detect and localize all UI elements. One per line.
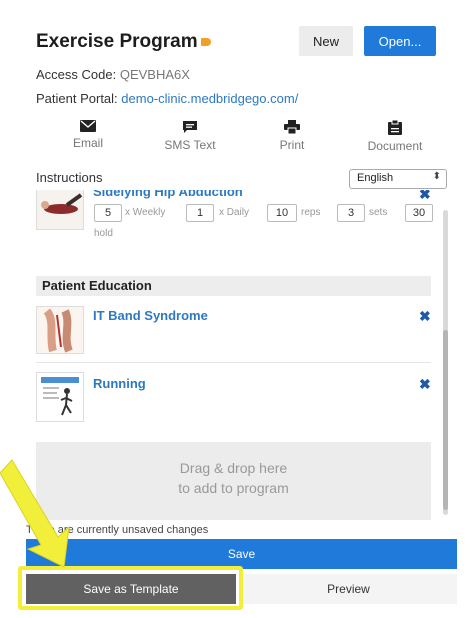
running-thumbnail (36, 372, 84, 422)
email-icon (80, 120, 96, 132)
email-action[interactable]: Email (43, 120, 133, 150)
preview-button[interactable]: Preview (240, 574, 457, 604)
reps-input[interactable]: 10 (267, 204, 297, 222)
document-label: Document (367, 139, 423, 153)
tag-icon[interactable] (201, 38, 211, 46)
hold-unit: hold (94, 228, 113, 239)
remove-exercise-icon[interactable]: ✖ (419, 190, 431, 203)
daily-unit: x Daily (219, 207, 250, 218)
hold-input[interactable]: 30 (405, 204, 433, 222)
patient-portal-label: Patient Portal: (36, 91, 122, 106)
scrollbar-thumb[interactable] (443, 330, 448, 510)
sms-icon (183, 121, 197, 133)
patient-portal-line: Patient Portal: demo-clinic.medbridgego.… (36, 91, 298, 106)
instructions-label: Instructions (36, 170, 103, 185)
access-code-label: Access Code: (36, 67, 120, 82)
select-arrows-icon: ⬍ (432, 171, 441, 182)
open-button[interactable]: Open... (364, 26, 436, 56)
pointer-arrow-icon (0, 459, 70, 568)
sets-input[interactable]: 3 (337, 204, 365, 222)
patient-education-heading: Patient Education (36, 276, 431, 296)
access-code-line: Access Code: QEVBHA6X (36, 67, 190, 82)
printer-icon (284, 120, 300, 134)
weekly-input[interactable]: 5 (94, 204, 122, 222)
remove-education-icon[interactable]: ✖ (419, 376, 431, 393)
exercise-title[interactable]: Sidelying Hip Abduction (93, 190, 243, 199)
access-code-value: QEVBHA6X (119, 67, 190, 82)
page-title: Exercise Program (36, 31, 198, 52)
divider (36, 362, 431, 363)
sets-unit: sets (369, 207, 388, 218)
sms-label: SMS Text (164, 138, 216, 152)
it-band-thumbnail (36, 306, 84, 354)
language-value: English (357, 172, 394, 184)
education-item-title[interactable]: Running (93, 376, 146, 391)
patient-portal-link[interactable]: demo-clinic.medbridgego.com/ (121, 91, 298, 106)
daily-input[interactable]: 1 (186, 204, 214, 222)
weekly-unit: x Weekly (125, 207, 166, 218)
email-label: Email (72, 136, 103, 150)
exercise-thumbnail (36, 190, 84, 230)
document-action[interactable]: Document (350, 120, 440, 153)
print-action[interactable]: Print (247, 120, 337, 152)
language-select[interactable]: English ⬍ (349, 169, 447, 189)
print-label: Print (279, 138, 305, 152)
remove-education-icon[interactable]: ✖ (419, 308, 431, 325)
document-icon (388, 120, 402, 135)
reps-unit: reps (301, 207, 321, 218)
education-item-title[interactable]: IT Band Syndrome (93, 308, 208, 323)
new-button[interactable]: New (299, 26, 353, 56)
sms-action[interactable]: SMS Text (145, 120, 235, 152)
